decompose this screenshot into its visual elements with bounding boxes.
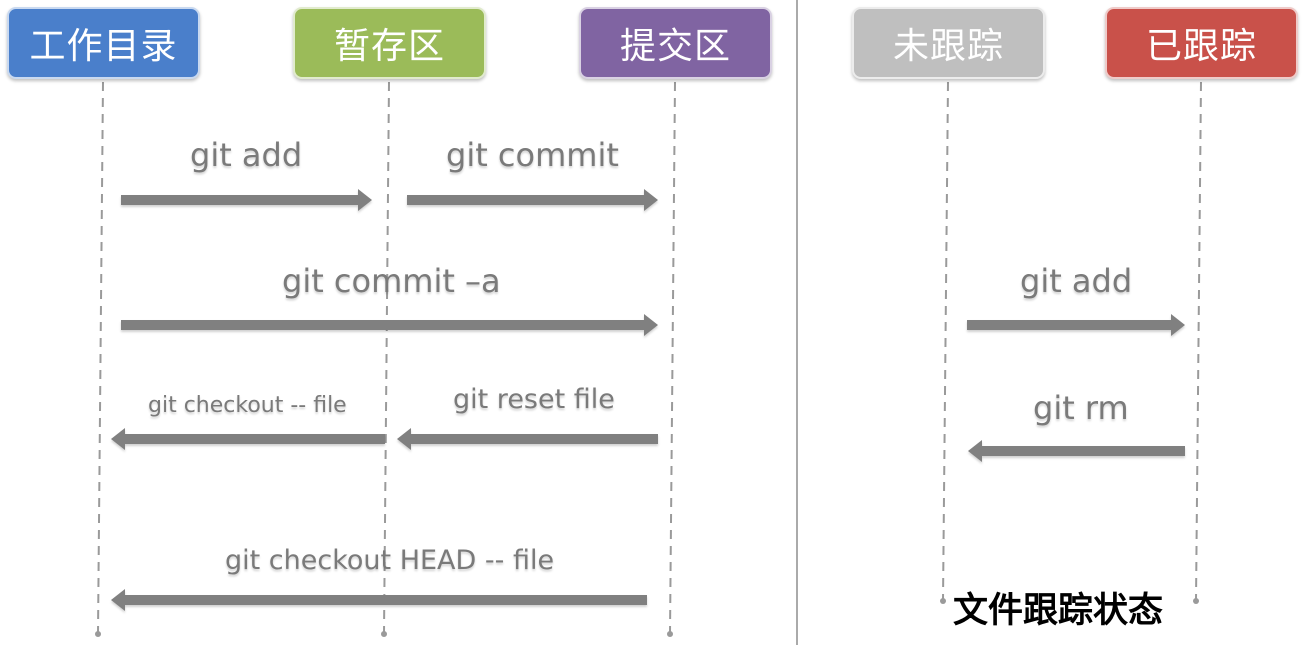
git-commit-a-arrow <box>121 314 658 336</box>
commit-area-label: 提交区 <box>619 26 731 67</box>
commit-area-lifeline-end-dot <box>667 631 673 637</box>
git-add-arrow <box>121 189 372 211</box>
staging-area-lifeline-end-dot <box>381 631 387 637</box>
untracked-lifeline-end-dot <box>940 598 946 604</box>
file-tracking-status-caption: 文件跟踪状态 <box>953 591 1164 631</box>
tracking-git-rm-label: git rm <box>1033 389 1129 427</box>
git-workflow-diagram: 工作目录 暂存区 提交区 未跟踪 已跟踪 git add git commit … <box>0 0 1304 645</box>
commit-area-lifeline <box>669 81 676 634</box>
git-commit-a-label: git commit –a <box>282 262 501 300</box>
tracked-box: 已跟踪 <box>1105 7 1298 79</box>
untracked-label: 未跟踪 <box>892 26 1004 67</box>
working-directory-lifeline <box>97 81 104 634</box>
working-directory-box: 工作目录 <box>7 7 200 79</box>
git-add-label: git add <box>190 136 303 174</box>
diagram-graphics <box>95 0 1202 645</box>
tracked-lifeline <box>1195 81 1202 601</box>
untracked-box: 未跟踪 <box>852 7 1045 79</box>
git-commit-arrow <box>407 189 658 211</box>
git-checkout-head-file-label: git checkout HEAD -- file <box>225 545 555 576</box>
working-directory-label: 工作目录 <box>29 26 178 67</box>
working-directory-lifeline-end-dot <box>95 631 101 637</box>
git-commit-label: git commit <box>446 136 619 174</box>
tracking-git-add-label: git add <box>1020 262 1133 300</box>
tracked-label: 已跟踪 <box>1145 26 1257 67</box>
tracking-git-rm-arrow <box>968 440 1185 462</box>
staging-area-box: 暂存区 <box>293 7 486 79</box>
git-checkout-file-arrow <box>111 428 385 450</box>
git-reset-file-label: git reset file <box>453 384 615 415</box>
git-checkout-file-label: git checkout -- file <box>148 393 347 418</box>
git-reset-file-arrow <box>397 428 658 450</box>
staging-area-label: 暂存区 <box>333 26 445 67</box>
git-checkout-head-file-arrow <box>111 589 647 611</box>
tracking-git-add-arrow <box>967 314 1185 336</box>
commit-area-box: 提交区 <box>579 7 772 79</box>
tracked-lifeline-end-dot <box>1193 598 1199 604</box>
untracked-lifeline <box>942 81 949 601</box>
